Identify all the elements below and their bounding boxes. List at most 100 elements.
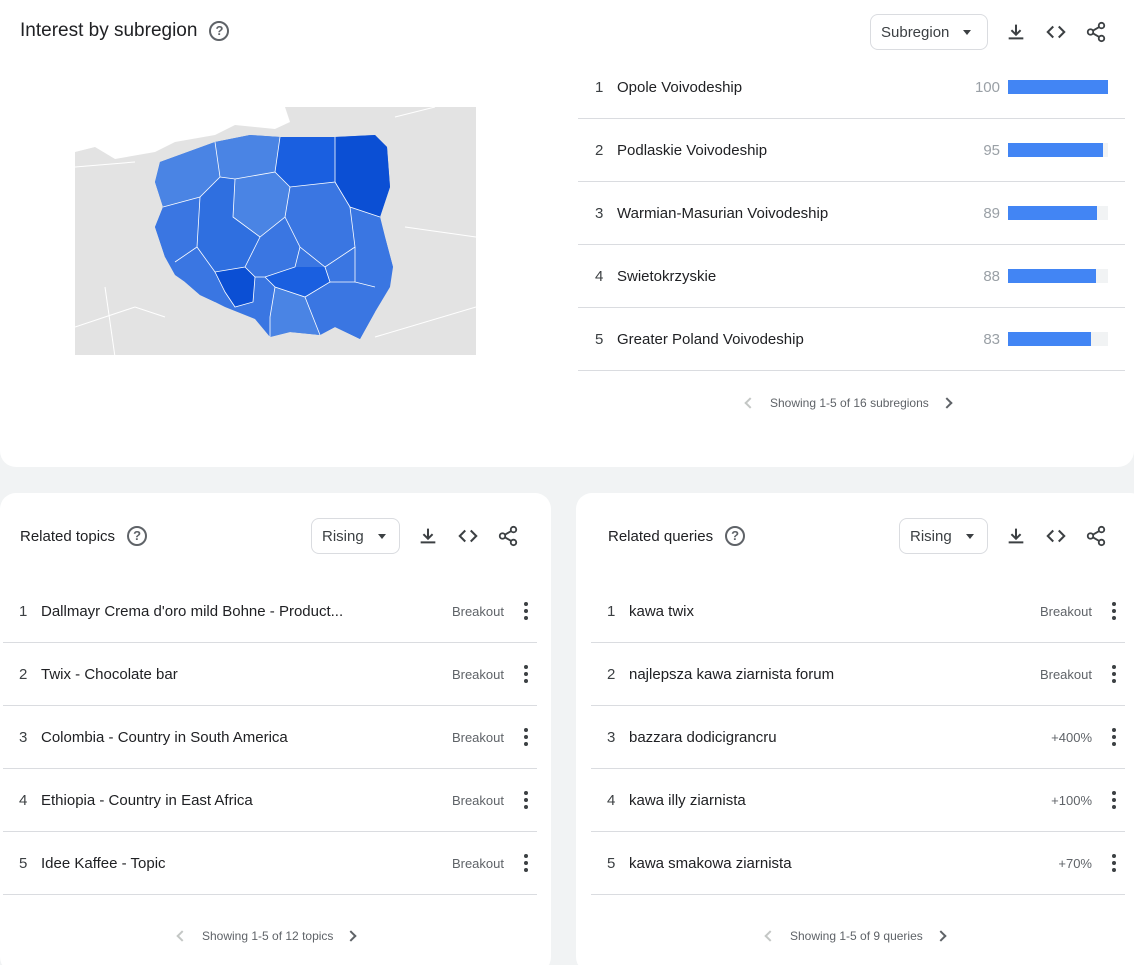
subregion-row[interactable]: 5 Greater Poland Voivodeship 83 <box>578 308 1125 371</box>
topic-row[interactable]: 4 Ethiopia - Country in East Africa Brea… <box>3 769 537 832</box>
share-icon[interactable] <box>1084 524 1108 548</box>
row-label: Swietokrzyskie <box>617 267 717 285</box>
row-label: najlepsza kawa ziarnista forum <box>629 665 835 683</box>
query-row[interactable]: 1 kawa twix Breakout <box>591 580 1125 643</box>
chevron-right-icon[interactable] <box>941 397 953 409</box>
more-vert-icon[interactable] <box>1111 602 1117 620</box>
more-vert-icon[interactable] <box>1111 791 1117 809</box>
query-row[interactable]: 3 bazzara dodicigrancru +400% <box>591 706 1125 769</box>
row-bar <box>1008 143 1108 157</box>
row-status: Breakout <box>451 729 504 745</box>
query-row[interactable]: 5 kawa smakowa ziarnista +70% <box>591 832 1125 895</box>
topic-row[interactable]: 1 Dallmayr Crema d'oro mild Bohne - Prod… <box>3 580 537 643</box>
share-icon[interactable] <box>1084 20 1108 44</box>
share-icon[interactable] <box>496 524 520 548</box>
queries-title-row: Related queries ? <box>608 526 746 546</box>
row-label: Greater Poland Voivodeship <box>617 330 804 348</box>
row-rank: 5 <box>607 854 616 872</box>
query-row[interactable]: 2 najlepsza kawa ziarnista forum Breakou… <box>591 643 1125 706</box>
more-vert-icon[interactable] <box>1111 854 1117 872</box>
row-bar <box>1008 269 1108 283</box>
download-icon[interactable] <box>416 524 440 548</box>
subregion-pager: Showing 1-5 of 16 subregions <box>744 396 953 410</box>
chevron-left-icon[interactable] <box>764 930 776 942</box>
row-label: kawa illy ziarnista <box>629 791 746 809</box>
row-label: kawa twix <box>629 602 695 620</box>
row-rank: 1 <box>607 602 616 620</box>
caret-down-icon <box>377 533 386 539</box>
topic-row[interactable]: 2 Twix - Chocolate bar Breakout <box>3 643 537 706</box>
download-icon[interactable] <box>1004 524 1028 548</box>
row-value: 88 <box>983 267 1000 285</box>
topics-dropdown[interactable]: Rising <box>311 518 400 554</box>
row-status: Breakout <box>451 666 504 682</box>
help-icon[interactable]: ? <box>127 526 148 546</box>
queries-dropdown[interactable]: Rising <box>899 518 988 554</box>
row-bar <box>1008 206 1108 220</box>
row-status: Breakout <box>451 603 504 619</box>
more-vert-icon[interactable] <box>523 665 529 683</box>
interest-by-subregion-card: Interest by subregion ? Subregion 1 Opol… <box>0 0 1134 467</box>
topics-pager-text: Showing 1-5 of 12 topics <box>202 929 334 943</box>
subregion-row[interactable]: 4 Swietokrzyskie 88 <box>578 245 1125 308</box>
related-topics-card: Related topics ? Rising 1 Dallmayr Crema… <box>0 493 551 965</box>
row-status: Breakout <box>1039 666 1092 682</box>
row-status: Breakout <box>451 792 504 808</box>
query-row[interactable]: 4 kawa illy ziarnista +100% <box>591 769 1125 832</box>
embed-code-icon[interactable] <box>1044 524 1068 548</box>
more-vert-icon[interactable] <box>523 791 529 809</box>
help-icon[interactable]: ? <box>725 526 746 546</box>
row-label: Colombia - Country in South America <box>41 728 288 746</box>
download-icon[interactable] <box>1004 20 1028 44</box>
caret-down-icon <box>963 29 972 35</box>
chevron-left-icon[interactable] <box>176 930 188 942</box>
chevron-left-icon[interactable] <box>744 397 756 409</box>
subregion-map[interactable] <box>75 107 476 355</box>
row-value: 100 <box>974 78 1000 96</box>
subregion-dropdown-label: Subregion <box>881 23 950 41</box>
row-rank: 1 <box>595 78 604 96</box>
subregion-row[interactable]: 1 Opole Voivodeship 100 <box>578 56 1125 119</box>
row-bar-fill <box>1008 143 1103 157</box>
row-rank: 4 <box>595 267 604 285</box>
embed-code-icon[interactable] <box>1044 20 1068 44</box>
help-icon[interactable]: ? <box>209 21 230 41</box>
topics-title-row: Related topics ? <box>20 526 148 546</box>
more-vert-icon[interactable] <box>523 728 529 746</box>
row-status: Breakout <box>1039 603 1092 619</box>
chevron-right-icon[interactable] <box>345 930 358 942</box>
more-vert-icon[interactable] <box>1111 728 1117 746</box>
related-queries-card: Related queries ? Rising 1 kawa twix Bre… <box>576 493 1134 965</box>
row-label: bazzara dodicigrancru <box>629 728 777 746</box>
subregion-row[interactable]: 3 Warmian-Masurian Voivodeship 89 <box>578 182 1125 245</box>
row-label: Ethiopia - Country in East Africa <box>41 791 253 809</box>
row-rank: 1 <box>19 602 28 620</box>
row-label: Opole Voivodeship <box>617 78 743 96</box>
row-label: Dallmayr Crema d'oro mild Bohne - Produc… <box>41 602 344 620</box>
row-label: Warmian-Masurian Voivodeship <box>617 204 829 222</box>
row-rank: 2 <box>19 665 28 683</box>
more-vert-icon[interactable] <box>1111 665 1117 683</box>
row-rank: 4 <box>607 791 616 809</box>
more-vert-icon[interactable] <box>523 602 529 620</box>
subregion-dropdown[interactable]: Subregion <box>870 14 988 50</box>
queries-pager-text: Showing 1-5 of 9 queries <box>790 929 923 943</box>
row-value: 95 <box>983 141 1000 159</box>
queries-title: Related queries <box>608 527 714 545</box>
row-status: +70% <box>1058 855 1092 871</box>
topics-pager: Showing 1-5 of 12 topics <box>176 929 358 943</box>
topic-row[interactable]: 3 Colombia - Country in South America Br… <box>3 706 537 769</box>
row-rank: 3 <box>595 204 604 222</box>
more-vert-icon[interactable] <box>523 854 529 872</box>
region-warmian-masurian <box>275 137 335 187</box>
row-rank: 3 <box>19 728 28 746</box>
topics-title: Related topics <box>20 527 116 545</box>
chevron-right-icon[interactable] <box>935 930 947 942</box>
topic-row[interactable]: 5 Idee Kaffee - Topic Breakout <box>3 832 537 895</box>
queries-dropdown-label: Rising <box>910 527 952 545</box>
row-rank: 5 <box>19 854 28 872</box>
subregion-row[interactable]: 2 Podlaskie Voivodeship 95 <box>578 119 1125 182</box>
embed-code-icon[interactable] <box>456 524 480 548</box>
region-pomeranian <box>215 135 280 179</box>
caret-down-icon <box>965 533 974 539</box>
